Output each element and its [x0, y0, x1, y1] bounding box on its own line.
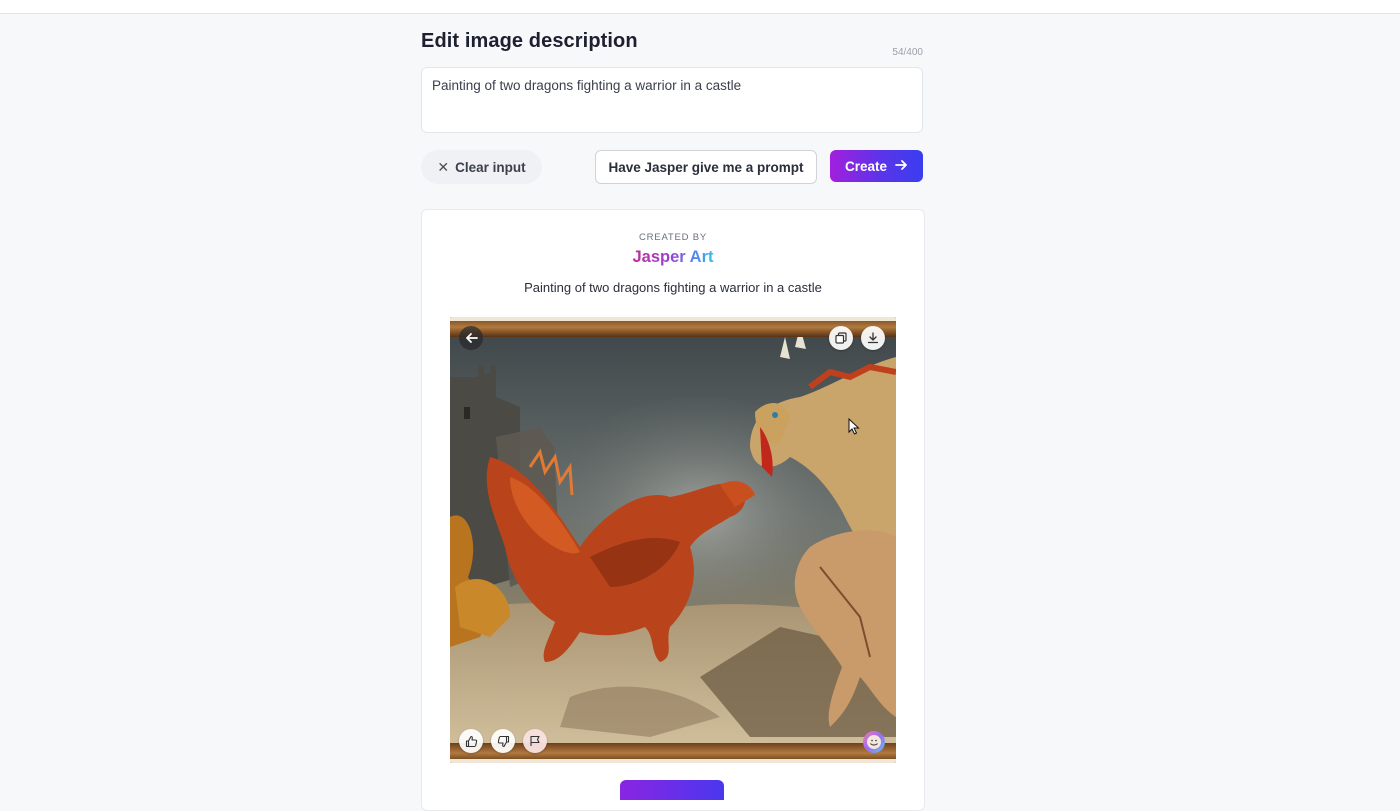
character-counter: 54/400 — [892, 47, 923, 58]
description-text[interactable]: Painting of two dragons fighting a warri… — [432, 78, 741, 93]
download-button[interactable] — [861, 326, 885, 350]
thumbs-up-button[interactable] — [459, 729, 483, 753]
description-textarea[interactable]: Painting of two dragons fighting a warri… — [421, 67, 923, 133]
generated-image[interactable] — [450, 317, 896, 763]
create-label: Create — [844, 158, 888, 174]
copy-button[interactable] — [829, 326, 853, 350]
create-button[interactable]: Create — [830, 150, 923, 182]
thumbs-down-button[interactable] — [491, 729, 515, 753]
copy-icon — [835, 332, 847, 344]
created-by-label: CREATED BY — [638, 232, 707, 243]
report-button[interactable] — [523, 729, 547, 753]
page-title: Edit image description — [421, 30, 638, 52]
flag-icon — [529, 735, 541, 747]
download-icon — [867, 332, 879, 344]
avatar[interactable] — [863, 731, 885, 753]
top-bar — [0, 0, 1400, 14]
brand-name: Jasper Art — [422, 248, 924, 267]
jasper-prompt-label: Have Jasper give me a prompt — [608, 159, 804, 175]
jasper-prompt-button[interactable]: Have Jasper give me a prompt — [595, 150, 817, 184]
close-icon: ✕ — [437, 158, 450, 175]
arrow-left-icon — [465, 332, 478, 344]
arrow-right-icon — [895, 159, 908, 174]
back-button[interactable] — [459, 326, 483, 350]
thumbs-down-icon — [497, 735, 510, 748]
image-caption: Painting of two dragons fighting a warri… — [524, 280, 822, 295]
clear-input-button[interactable]: ✕ Clear input — [421, 150, 542, 184]
brand-text: Jasper Art — [632, 248, 714, 266]
dragon-painting — [450, 317, 896, 763]
thumbs-up-icon — [465, 735, 478, 748]
avatar-icon — [866, 734, 882, 750]
mouse-cursor-icon — [848, 417, 860, 440]
clear-input-label: Clear input — [455, 159, 526, 175]
generate-more-button[interactable] — [620, 780, 724, 800]
result-card: CREATED BY Jasper Art Painting of two dr… — [421, 209, 925, 811]
